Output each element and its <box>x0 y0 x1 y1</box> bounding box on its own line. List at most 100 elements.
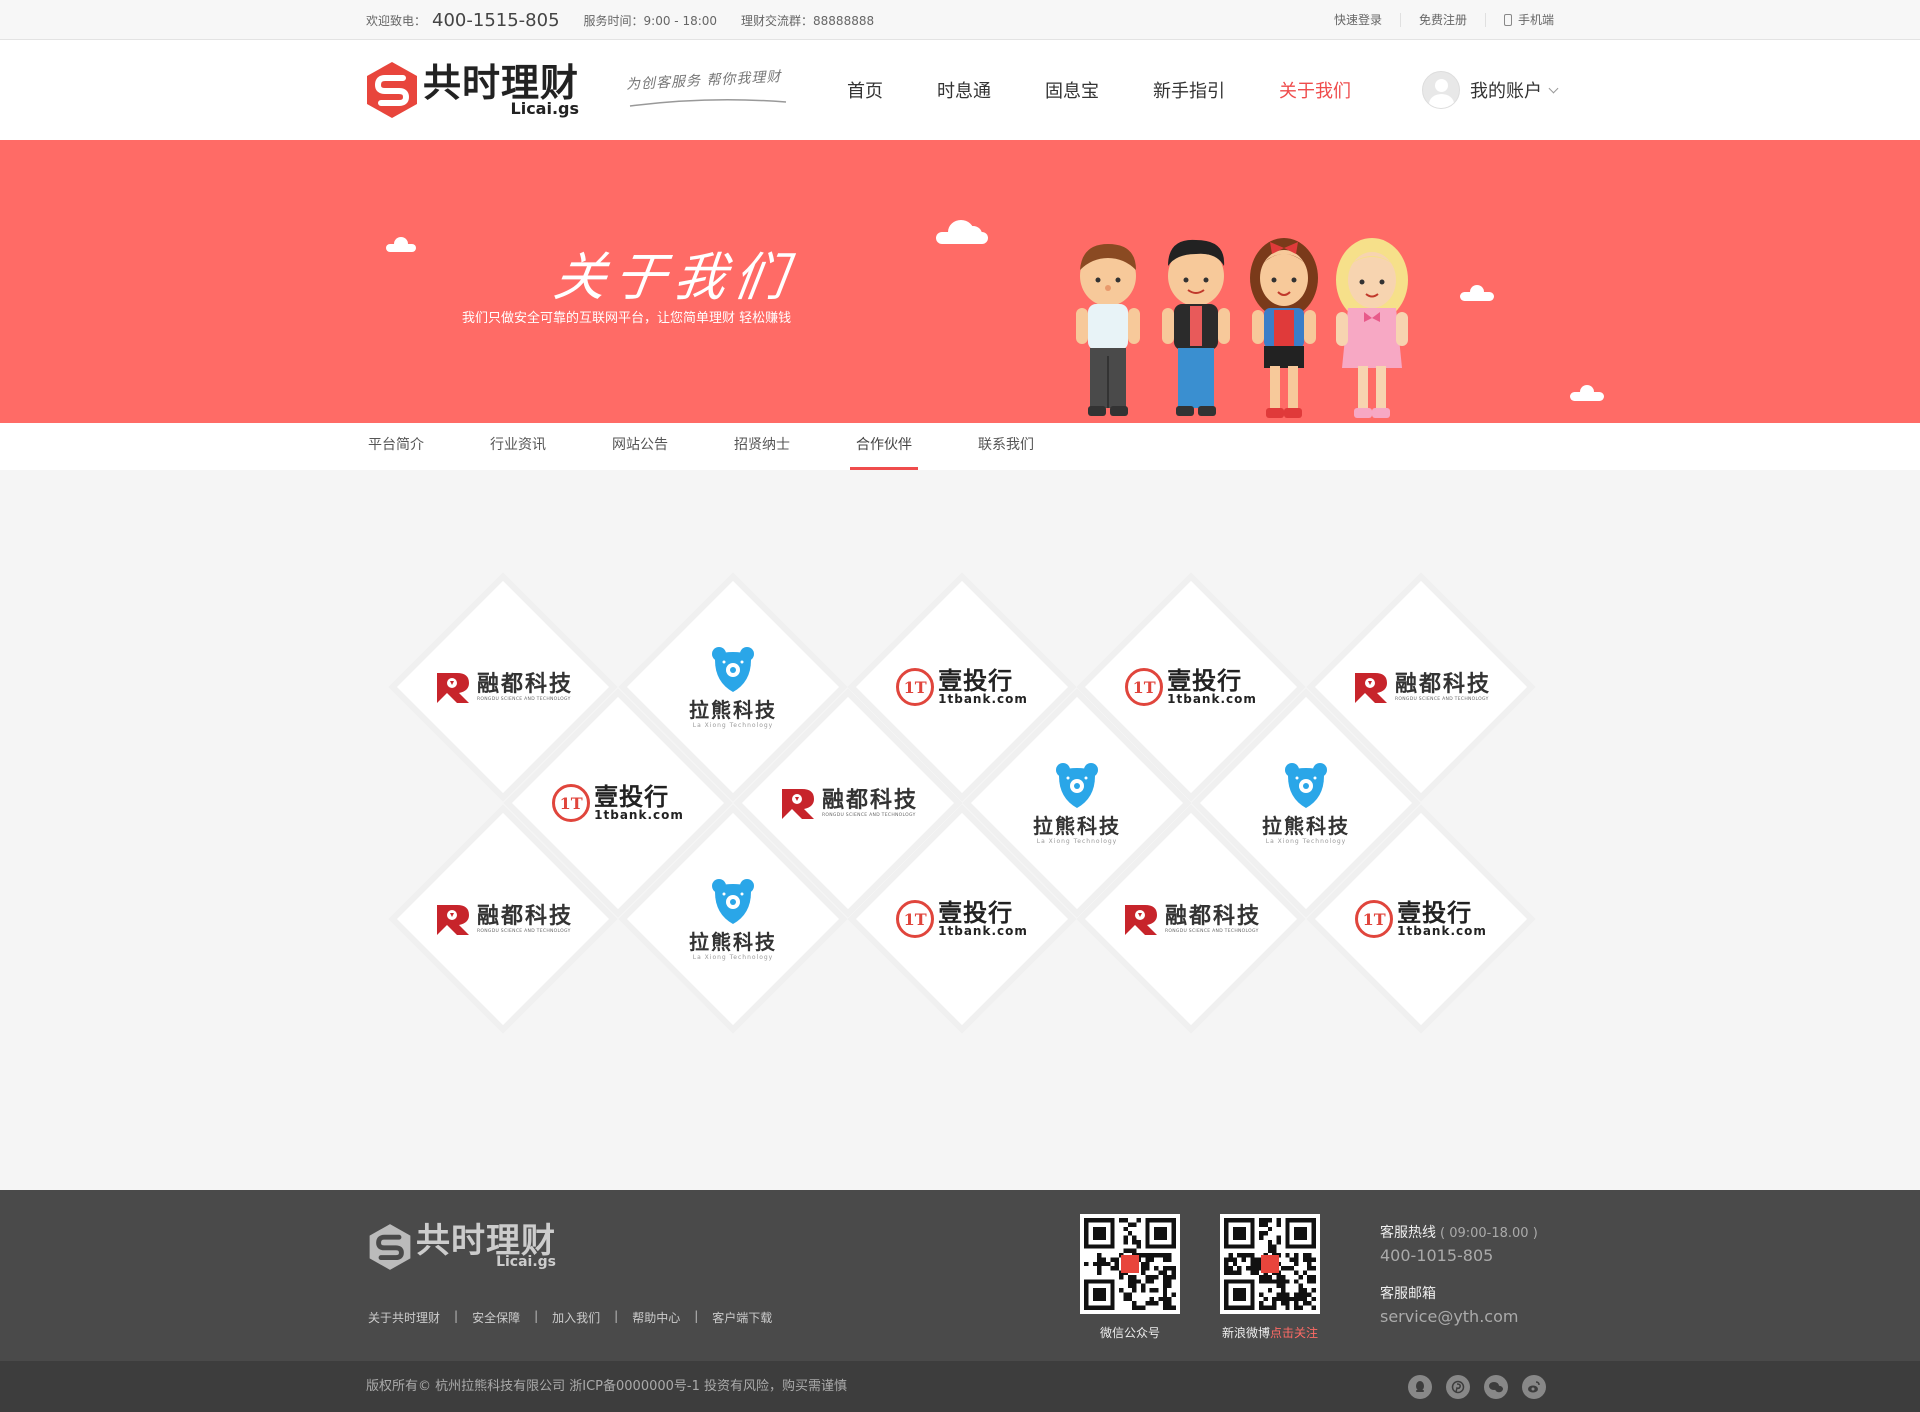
partner-logo-rongdu[interactable]: 融都科技 RONGDU SCIENCE AND TECHNOLOGY <box>403 647 603 727</box>
hotline-label: 客服热线 <box>1380 1225 1436 1241</box>
sub-nav: 平台简介 行业资讯 网站公告 招贤纳士 合作伙伴 联系我们 <box>0 423 1920 470</box>
partner-logo-laxiong[interactable]: 拉熊科技 La Xiong Technology <box>977 762 1177 845</box>
partner-logo-yitouhang[interactable]: 1T 壹投行 1tbank.com <box>862 879 1062 959</box>
account-menu[interactable]: 我的账户 <box>1422 71 1559 109</box>
tab-careers[interactable]: 招贤纳士 <box>734 423 790 470</box>
brand-subtitle: 1tbank.com <box>1397 924 1487 938</box>
partner-logo-rongdu[interactable]: 融都科技 RONGDU SCIENCE AND TECHNOLOGY <box>1091 879 1291 959</box>
nav-guide[interactable]: 新手指引 <box>1126 77 1252 103</box>
nav-guxibao[interactable]: 固息宝 <box>1018 77 1126 103</box>
footer-logo[interactable]: 共时理财 Licai.gs <box>368 1222 556 1272</box>
partner-logo-yitouhang[interactable]: 1T 壹投行 1tbank.com <box>862 647 1062 727</box>
brand-subtitle: RONGDU SCIENCE AND TECHNOLOGY <box>1164 928 1259 934</box>
cloud-icon <box>936 220 988 244</box>
laxiong-bear-icon <box>1056 762 1098 808</box>
weibo-qr[interactable]: 新浪微博点击关注 <box>1220 1214 1320 1341</box>
slogan-underline <box>629 99 787 107</box>
mobile-label: 手机端 <box>1517 13 1554 27</box>
tab-announcements[interactable]: 网站公告 <box>612 423 668 470</box>
weibo-icon[interactable] <box>1522 1375 1546 1399</box>
pinterest-icon[interactable] <box>1446 1375 1470 1399</box>
brand-subtitle: 1tbank.com <box>938 692 1028 706</box>
yitouhang-logo-icon: 1T <box>1355 900 1394 938</box>
rongdu-logo-icon <box>436 905 469 935</box>
banner-subtitle: 我们只做安全可靠的互联网平台，让您简单理财 轻松赚钱 <box>462 311 792 326</box>
contact-info: 客服热线 ( 09:00-18.00 ) 400-1015-805 客服邮箱 se… <box>1380 1222 1538 1326</box>
wechat-qr-caption: 微信公众号 <box>1099 1326 1160 1340</box>
phone-label: 欢迎致电： <box>366 13 427 28</box>
tab-platform-intro[interactable]: 平台简介 <box>368 423 424 470</box>
brand-name: 壹投行 <box>594 783 670 811</box>
wechat-qr[interactable]: 微信公众号 <box>1080 1214 1180 1341</box>
tab-partners[interactable]: 合作伙伴 <box>850 423 918 470</box>
partner-logo-laxiong[interactable]: 拉熊科技 La Xiong Technology <box>633 878 833 961</box>
phone-number: 400-1515-805 <box>432 9 560 31</box>
footer-link-about[interactable]: 关于共时理财 <box>368 1309 440 1326</box>
wechat-icon[interactable] <box>1484 1375 1508 1399</box>
brand-name: 融都科技 <box>1394 671 1491 697</box>
partner-logo-rongdu[interactable]: 融都科技 RONGDU SCIENCE AND TECHNOLOGY <box>1321 647 1521 727</box>
partner-logo-rongdu[interactable]: 融都科技 RONGDU SCIENCE AND TECHNOLOGY <box>748 763 948 843</box>
partner-logo-yitouhang[interactable]: 1T 壹投行 1tbank.com <box>518 763 718 843</box>
partner-logo-yitouhang[interactable]: 1T 壹投行 1tbank.com <box>1091 647 1291 727</box>
partner-logo-rongdu[interactable]: 融都科技 RONGDU SCIENCE AND TECHNOLOGY <box>403 879 603 959</box>
brand-name: 壹投行 <box>938 899 1014 927</box>
partner-logo-laxiong[interactable]: 拉熊科技 La Xiong Technology <box>633 646 833 729</box>
copyright-text: 版权所有© 杭州拉熊科技有限公司 浙ICP备0000000号-1 投资有风险，购… <box>366 1379 848 1394</box>
laxiong-bear-icon <box>1285 762 1327 808</box>
qq-icon[interactable] <box>1408 1375 1432 1399</box>
footer-link-security[interactable]: 安全保障 <box>472 1309 520 1326</box>
tab-contact[interactable]: 联系我们 <box>978 423 1034 470</box>
brand-name: 拉熊科技 <box>1262 813 1350 838</box>
banner: 关于我们 我们只做安全可靠的互联网平台，让您简单理财 轻松赚钱 <box>0 140 1920 423</box>
cloud-icon <box>1460 285 1494 301</box>
cloud-icon <box>386 237 416 252</box>
slogan: 为创客服务 帮你我理财 <box>625 68 782 94</box>
brand-name: 壹投行 <box>1397 899 1473 927</box>
footer-separator: | <box>534 1309 539 1323</box>
tab-industry-news[interactable]: 行业资讯 <box>490 423 546 470</box>
footer-separator: | <box>454 1309 459 1323</box>
people-illustration <box>1076 238 1408 418</box>
brand-subtitle: 1tbank.com <box>938 924 1028 938</box>
social-icons <box>1408 1375 1546 1399</box>
rongdu-logo-icon <box>436 673 469 703</box>
mobile-link[interactable]: 手机端 <box>1486 13 1554 27</box>
yitouhang-logo-icon: 1T <box>896 668 935 706</box>
register-link[interactable]: 免费注册 <box>1401 13 1486 27</box>
weibo-follow-link[interactable]: 点击关注 <box>1270 1326 1318 1340</box>
rongdu-logo-icon <box>1354 673 1387 703</box>
brand-name: 拉熊科技 <box>1033 813 1121 838</box>
site-logo[interactable]: 共时理财 Licai.gs <box>365 60 579 120</box>
footer-link-join[interactable]: 加入我们 <box>552 1309 600 1326</box>
brand-subtitle: RONGDU SCIENCE AND TECHNOLOGY <box>476 928 571 934</box>
brand-subtitle: RONGDU SCIENCE AND TECHNOLOGY <box>821 812 916 818</box>
account-label: 我的账户 <box>1470 81 1542 102</box>
avatar <box>1422 71 1460 109</box>
laxiong-bear-icon <box>712 878 754 924</box>
brand-subtitle: 1tbank.com <box>594 808 684 822</box>
brand-subtitle: La Xiong Technology <box>1265 837 1347 845</box>
brand-subtitle: RONGDU SCIENCE AND TECHNOLOGY <box>1394 696 1489 702</box>
brand-subtitle: La Xiong Technology <box>1036 837 1118 845</box>
nav-shixitong[interactable]: 时息通 <box>910 77 1018 103</box>
nav-home[interactable]: 首页 <box>820 77 910 103</box>
email-address[interactable]: service@yth.com <box>1380 1307 1538 1326</box>
quick-login-link[interactable]: 快速登录 <box>1316 13 1401 27</box>
brand-name: 壹投行 <box>938 667 1014 695</box>
nav-about[interactable]: 关于我们 <box>1252 77 1378 103</box>
qr-code-icon <box>1220 1214 1320 1314</box>
yitouhang-logo-icon: 1T <box>552 784 591 822</box>
footer-link-download[interactable]: 客户端下载 <box>712 1309 772 1326</box>
email-label: 客服邮箱 <box>1380 1286 1436 1302</box>
partner-logo-laxiong[interactable]: 拉熊科技 La Xiong Technology <box>1206 762 1406 845</box>
banner-title: 关于我们 <box>550 248 799 308</box>
footer: 共时理财 Licai.gs 关于共时理财 | 安全保障 | 加入我们 | 帮助中… <box>0 1190 1920 1361</box>
service-hours: 服务时间：9:00 - 18:00 <box>583 13 718 28</box>
rongdu-logo-icon <box>1124 905 1157 935</box>
footer-link-help[interactable]: 帮助中心 <box>632 1309 680 1326</box>
header: 共时理财 Licai.gs 为创客服务 帮你我理财 首页 时息通 固息宝 新手指… <box>0 40 1920 140</box>
brand-name: 拉熊科技 <box>689 697 777 722</box>
partner-logo-yitouhang[interactable]: 1T 壹投行 1tbank.com <box>1321 879 1521 959</box>
brand-subtitle: 1tbank.com <box>1167 692 1257 706</box>
